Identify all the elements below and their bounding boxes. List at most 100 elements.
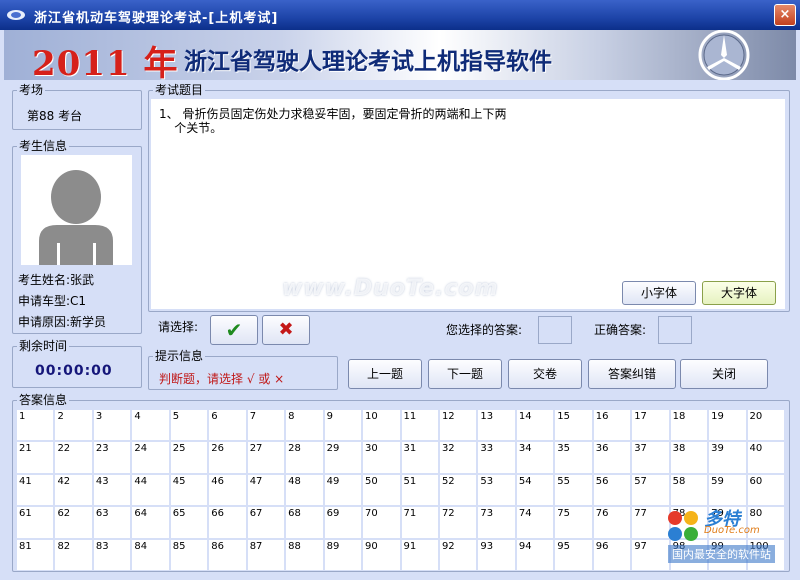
answer-cell[interactable]: 91 — [401, 539, 438, 570]
answer-cell[interactable]: 20 — [747, 410, 784, 441]
answer-cell[interactable]: 65 — [170, 507, 208, 538]
answer-cell[interactable]: 87 — [247, 539, 285, 570]
answer-cell[interactable]: 92 — [439, 539, 477, 570]
answer-cell[interactable]: 23 — [93, 442, 131, 473]
answer-cell[interactable]: 45 — [170, 474, 208, 506]
answer-cell[interactable]: 71 — [401, 507, 438, 538]
answer-cell[interactable]: 66 — [209, 507, 246, 538]
answer-cell[interactable]: 40 — [747, 442, 784, 473]
answer-cell[interactable]: 39 — [709, 442, 746, 473]
answer-cell[interactable]: 22 — [55, 442, 92, 473]
answer-cell[interactable]: 16 — [593, 410, 631, 441]
answer-cell[interactable]: 35 — [555, 442, 592, 473]
answer-cell[interactable]: 88 — [286, 539, 323, 570]
answer-cell[interactable]: 13 — [478, 410, 515, 441]
answer-cell[interactable]: 84 — [132, 539, 169, 570]
submit-exam-button[interactable]: 交卷 — [508, 359, 582, 389]
answer-cell[interactable]: 93 — [478, 539, 515, 570]
answer-cell[interactable]: 31 — [401, 442, 438, 473]
answer-cell[interactable]: 74 — [516, 507, 554, 538]
report-error-button[interactable]: 答案纠错 — [588, 359, 676, 389]
answer-cell[interactable]: 15 — [555, 410, 592, 441]
answer-cell[interactable]: 26 — [209, 442, 246, 473]
answer-cell[interactable]: 56 — [593, 474, 631, 506]
answer-cell[interactable]: 24 — [132, 442, 169, 473]
answer-cell[interactable]: 48 — [286, 474, 323, 506]
answer-cell[interactable]: 14 — [516, 410, 554, 441]
answer-cell[interactable]: 82 — [55, 539, 92, 570]
answer-cell[interactable]: 36 — [593, 442, 631, 473]
large-font-button[interactable]: 大字体 — [702, 281, 776, 305]
answer-cell[interactable]: 29 — [324, 442, 362, 473]
answer-cell[interactable]: 10 — [363, 410, 400, 441]
answer-cell[interactable]: 7 — [247, 410, 285, 441]
answer-cell[interactable]: 72 — [439, 507, 477, 538]
answer-cell[interactable]: 94 — [516, 539, 554, 570]
answer-cell[interactable]: 5 — [170, 410, 208, 441]
answer-cell[interactable]: 38 — [670, 442, 708, 473]
answer-cell[interactable]: 47 — [247, 474, 285, 506]
answer-cell[interactable]: 76 — [593, 507, 631, 538]
answer-cell[interactable]: 60 — [747, 474, 784, 506]
answer-cell[interactable]: 70 — [363, 507, 400, 538]
answer-cell[interactable]: 30 — [363, 442, 400, 473]
answer-cell[interactable]: 33 — [478, 442, 515, 473]
answer-cell[interactable]: 3 — [93, 410, 131, 441]
answer-cell[interactable]: 11 — [401, 410, 438, 441]
answer-cell[interactable]: 90 — [363, 539, 400, 570]
answer-cell[interactable]: 21 — [17, 442, 54, 473]
answer-cell[interactable]: 51 — [401, 474, 438, 506]
answer-cell[interactable]: 67 — [247, 507, 285, 538]
answer-cell[interactable]: 75 — [555, 507, 592, 538]
answer-cell[interactable]: 53 — [478, 474, 515, 506]
answer-cell[interactable]: 43 — [93, 474, 131, 506]
answer-cell[interactable]: 46 — [209, 474, 246, 506]
answer-cell[interactable]: 64 — [132, 507, 169, 538]
answer-cell[interactable]: 86 — [209, 539, 246, 570]
answer-cell[interactable]: 12 — [439, 410, 477, 441]
answer-cell[interactable]: 9 — [324, 410, 362, 441]
answer-cell[interactable]: 61 — [17, 507, 54, 538]
answer-cell[interactable]: 27 — [247, 442, 285, 473]
answer-cell[interactable]: 1 — [17, 410, 54, 441]
answer-cell[interactable]: 25 — [170, 442, 208, 473]
answer-cell[interactable]: 85 — [170, 539, 208, 570]
answer-cell[interactable]: 68 — [286, 507, 323, 538]
answer-cell[interactable]: 55 — [555, 474, 592, 506]
answer-cell[interactable]: 6 — [209, 410, 246, 441]
answer-cell[interactable]: 58 — [670, 474, 708, 506]
answer-cell[interactable]: 17 — [632, 410, 669, 441]
answer-cell[interactable]: 95 — [555, 539, 592, 570]
answer-cell[interactable]: 52 — [439, 474, 477, 506]
answer-correct-button[interactable]: ✔ — [210, 315, 258, 345]
answer-cell[interactable]: 34 — [516, 442, 554, 473]
window-close-button[interactable]: × — [774, 4, 796, 26]
answer-cell[interactable]: 2 — [55, 410, 92, 441]
answer-cell[interactable]: 89 — [324, 539, 362, 570]
answer-cell[interactable]: 54 — [516, 474, 554, 506]
answer-cell[interactable]: 73 — [478, 507, 515, 538]
answer-cell[interactable]: 83 — [93, 539, 131, 570]
answer-cell[interactable]: 8 — [286, 410, 323, 441]
answer-cell[interactable]: 41 — [17, 474, 54, 506]
close-button[interactable]: 关闭 — [680, 359, 768, 389]
answer-cell[interactable]: 63 — [93, 507, 131, 538]
next-question-button[interactable]: 下一题 — [428, 359, 502, 389]
answer-cell[interactable]: 4 — [132, 410, 169, 441]
answer-cell[interactable]: 69 — [324, 507, 362, 538]
answer-wrong-button[interactable]: ✖ — [262, 315, 310, 345]
prev-question-button[interactable]: 上一题 — [348, 359, 422, 389]
answer-cell[interactable]: 49 — [324, 474, 362, 506]
answer-cell[interactable]: 96 — [593, 539, 631, 570]
answer-cell[interactable]: 62 — [55, 507, 92, 538]
answer-cell[interactable]: 50 — [363, 474, 400, 506]
answer-cell[interactable]: 32 — [439, 442, 477, 473]
answer-cell[interactable]: 44 — [132, 474, 169, 506]
answer-cell[interactable]: 42 — [55, 474, 92, 506]
answer-cell[interactable]: 28 — [286, 442, 323, 473]
answer-cell[interactable]: 19 — [709, 410, 746, 441]
answer-cell[interactable]: 57 — [632, 474, 669, 506]
answer-cell[interactable]: 18 — [670, 410, 708, 441]
small-font-button[interactable]: 小字体 — [622, 281, 696, 305]
answer-cell[interactable]: 59 — [709, 474, 746, 506]
